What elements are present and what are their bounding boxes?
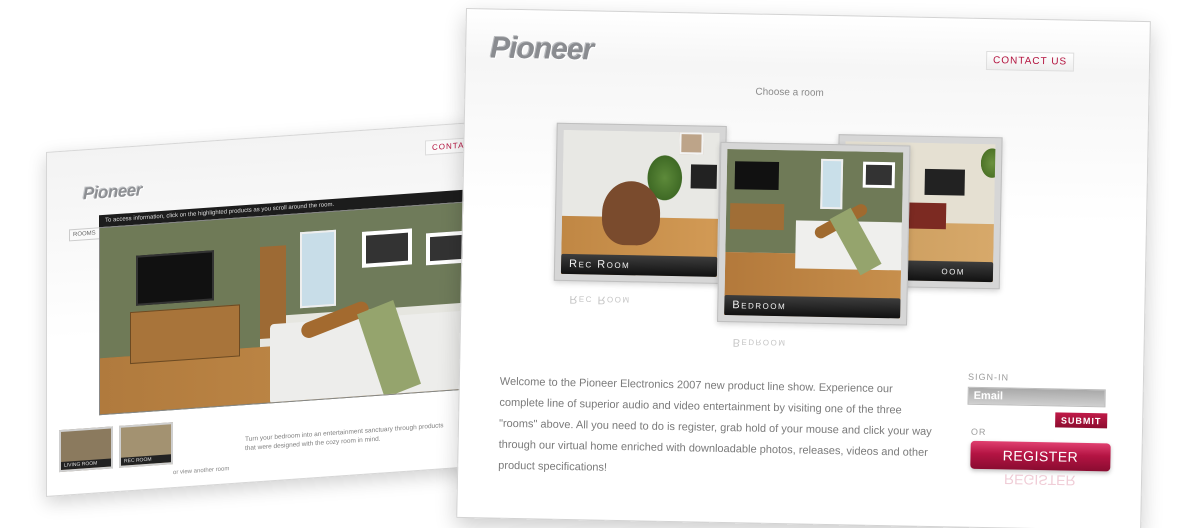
thumb-living-room[interactable]: LIVING ROOM (59, 426, 113, 473)
window (300, 229, 336, 309)
tv (924, 168, 965, 196)
tv (690, 164, 718, 189)
pioneer-logo: Pioneer (489, 31, 594, 67)
email-field[interactable] (967, 386, 1106, 408)
thumb-label: LIVING ROOM (61, 458, 111, 470)
room-card-bedroom[interactable]: Bedroom (717, 141, 911, 326)
picture-frame (862, 161, 896, 189)
signin-label: SIGN-IN (967, 371, 1010, 383)
rooms-tab[interactable]: ROOMS (69, 227, 100, 242)
plant (978, 145, 996, 181)
welcome-text: Welcome to the Pioneer Electronics 2007 … (498, 375, 932, 474)
register-button[interactable]: REGISTER (970, 440, 1111, 472)
picture-frame (362, 228, 412, 268)
egg-chair (601, 180, 661, 246)
home-screen: Pioneer CONTACT US Choose a room oom Rec… (456, 8, 1151, 528)
submit-button[interactable]: SUBMIT (1055, 412, 1108, 429)
register-reflection: REGISTER (1003, 471, 1076, 489)
room-label-reflection: Bedroom (732, 336, 787, 350)
cabinet (729, 203, 785, 231)
cabinet (130, 304, 240, 365)
view-another-room-link[interactable]: or view another room (173, 466, 229, 476)
bedroom-screen: Pioneer CONTAC To access information, cl… (46, 121, 486, 497)
choose-room-heading: Choose a room (755, 86, 824, 99)
tv-hotspot[interactable] (136, 250, 214, 306)
room-card-rec-room[interactable]: Rec Room (553, 122, 727, 284)
or-label: OR (970, 426, 987, 438)
window (820, 158, 844, 210)
pioneer-logo: Pioneer (83, 180, 142, 204)
room-label: Rec Room (560, 253, 718, 277)
contact-us-button[interactable]: CONTACT US (985, 50, 1075, 72)
bedroom-scene[interactable] (99, 200, 486, 416)
bedroom-image (724, 149, 904, 319)
room-label: Bedroom (724, 295, 901, 319)
room-label-reflection: Rec Room (569, 293, 631, 307)
thumb-rec-room[interactable]: REC ROOM (119, 422, 173, 468)
thumb-label: REC ROOM (121, 454, 171, 466)
room-caption: Turn your bedroom into an entertainment … (245, 422, 444, 453)
tv (734, 161, 780, 191)
